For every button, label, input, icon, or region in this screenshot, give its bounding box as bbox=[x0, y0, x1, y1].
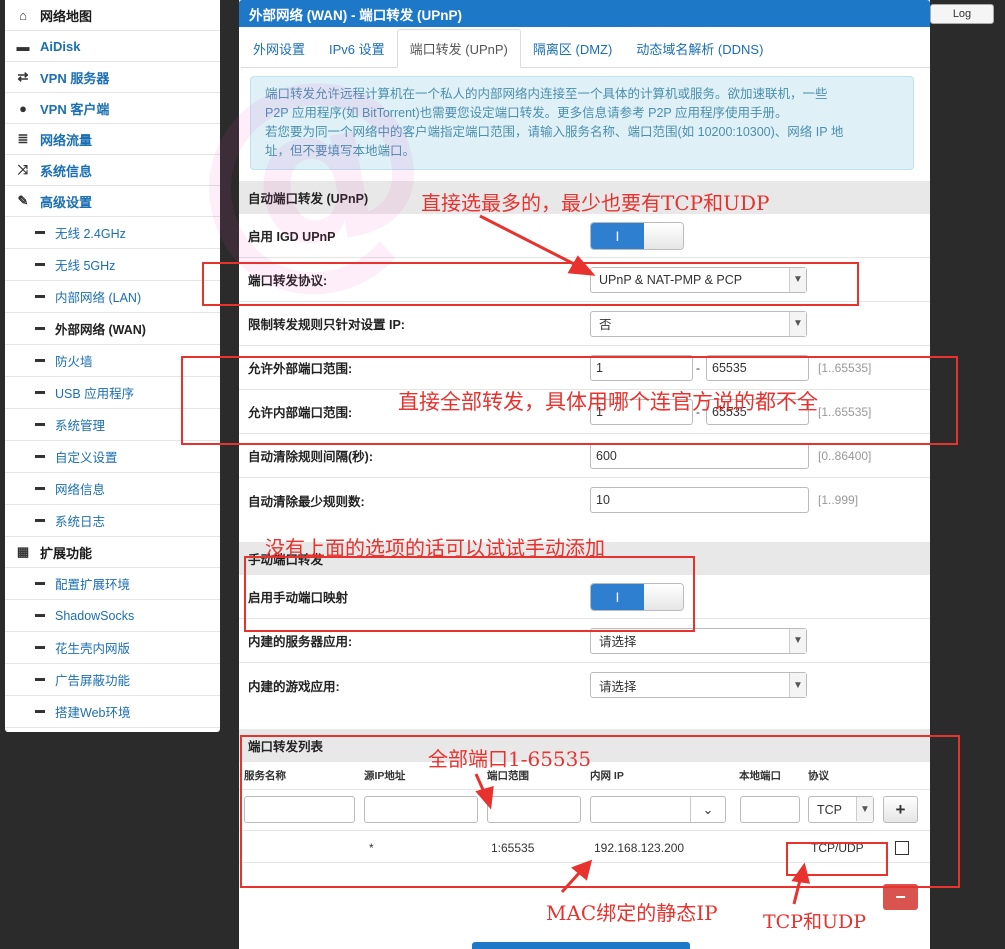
annotation-arrows bbox=[474, 214, 810, 905]
annotation-protocol: 直接选最多的，最少也要有TCP和UDP bbox=[421, 191, 770, 215]
arrow-head bbox=[791, 862, 810, 884]
annotation-all-ports: 全部端口1-65535 bbox=[428, 747, 592, 771]
annotation-port-range: 直接全部转发，具体用哪个连官方说的都不全 bbox=[398, 390, 818, 414]
arrow-head bbox=[475, 785, 494, 810]
arrow-head bbox=[567, 255, 596, 276]
arrow-line bbox=[479, 214, 579, 268]
annotation-tcp-udp: TCP和UDP bbox=[763, 911, 867, 933]
arrow-line bbox=[792, 879, 802, 905]
annotation-manual: 没有上面的选项的话可以试试手动添加 bbox=[265, 536, 605, 560]
arrow-line bbox=[560, 870, 582, 894]
annotation-static-ip: MAC绑定的静态IP bbox=[546, 901, 718, 925]
